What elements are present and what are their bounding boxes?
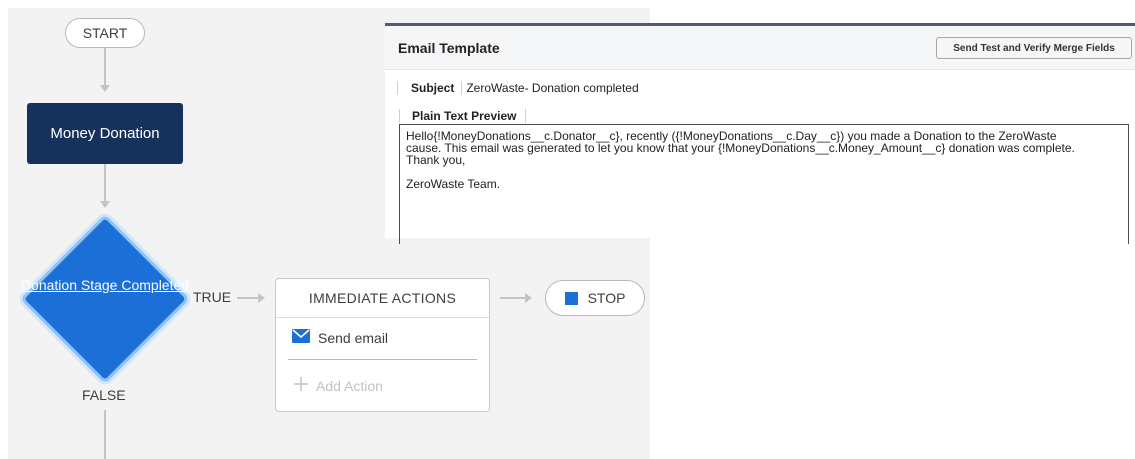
subject-value: ZeroWaste- Donation completed — [461, 81, 639, 95]
body-line: Thank you, — [406, 153, 466, 167]
connector-arrowhead — [258, 293, 265, 303]
connector-true-to-actions — [237, 297, 259, 299]
action-divider — [288, 359, 477, 360]
add-action-button[interactable]: Add Action — [294, 377, 383, 394]
immediate-actions-panel: IMMEDIATE ACTIONS Send email Add Action — [275, 278, 490, 412]
decision-label-text: Donation Stage Completed — [20, 277, 190, 293]
immediate-actions-header: IMMEDIATE ACTIONS — [276, 279, 489, 318]
true-label: TRUE — [193, 289, 232, 305]
send-test-verify-button[interactable]: Send Test and Verify Merge Fields — [936, 37, 1132, 59]
body-line: ZeroWaste Team. — [406, 177, 501, 191]
connector-arrowhead — [100, 201, 110, 208]
connector-arrowhead — [100, 85, 110, 92]
envelope-icon — [292, 329, 310, 346]
subject-row: Subject ZeroWaste- Donation completed — [397, 81, 639, 95]
email-template-title: Email Template — [398, 40, 500, 56]
connector-false-down — [104, 410, 106, 459]
email-template-header: Email Template Send Test and Verify Merg… — [385, 26, 1135, 70]
plus-icon — [294, 377, 308, 394]
start-label: START — [82, 25, 128, 41]
false-label: FALSE — [82, 387, 126, 403]
send-email-label: Send email — [318, 329, 389, 346]
decision-diamond-shape — [20, 214, 190, 384]
connector-donation-to-decision — [104, 164, 106, 202]
canvas-margin-top — [0, 0, 650, 8]
stop-node[interactable]: STOP — [545, 280, 645, 316]
stop-square-icon — [564, 291, 578, 305]
decision-label-link[interactable]: Donation Stage Completed — [20, 278, 190, 293]
money-donation-node[interactable]: Money Donation — [27, 103, 183, 164]
email-template-panel: Email Template Send Test and Verify Merg… — [385, 23, 1135, 244]
add-action-label: Add Action — [316, 377, 383, 394]
connector-arrowhead — [525, 293, 532, 303]
canvas-margin — [0, 0, 8, 459]
plain-text-preview-body[interactable]: Hello{!MoneyDonations__c.Donator__c}, re… — [399, 124, 1129, 244]
connector-start-to-donation — [104, 48, 106, 86]
plain-text-preview-label: Plain Text Preview — [399, 109, 526, 123]
subject-label: Subject — [397, 81, 461, 95]
stop-label: STOP — [587, 290, 626, 306]
action-send-email[interactable]: Send email — [292, 329, 388, 346]
start-node[interactable]: START — [65, 18, 145, 48]
body-line: cause. This email was generated to let y… — [406, 141, 1075, 155]
decision-node[interactable]: Donation Stage Completed — [20, 214, 190, 384]
connector-actions-to-stop — [500, 297, 526, 299]
body-blank-line — [406, 166, 1122, 178]
money-donation-label: Money Donation — [50, 125, 160, 142]
